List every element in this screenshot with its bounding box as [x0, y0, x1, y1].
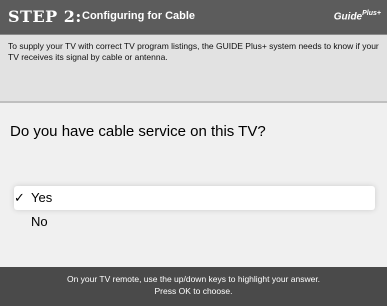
setup-screen: STEP 2: Configuring for Cable GuidePlus+… — [0, 0, 387, 306]
brand-mark: Plus+ — [362, 10, 381, 17]
option-list: ✓ Yes No — [0, 186, 387, 234]
step-label: STEP 2: — [8, 7, 82, 26]
question-text: Do you have cable service on this TV? — [10, 123, 266, 140]
brand-logo: GuidePlus+ — [334, 10, 381, 22]
brand-name: Guide — [333, 11, 363, 23]
title-bar: STEP 2: Configuring for Cable GuidePlus+ — [0, 0, 387, 35]
footer-instruction: On your TV remote, use the up/down keys … — [66, 274, 321, 284]
footer-hint: Press OK to choose. — [154, 286, 233, 296]
instruction-footer: On your TV remote, use the up/down keys … — [0, 267, 387, 306]
question-area: Do you have cable service on this TV? ✓ … — [0, 103, 387, 267]
step-title: Configuring for Cable — [82, 10, 196, 22]
check-icon: ✓ — [14, 190, 25, 205]
option-no[interactable]: No — [0, 210, 387, 234]
info-panel: To supply your TV with correct TV progra… — [0, 35, 387, 101]
option-label-yes: Yes — [31, 190, 53, 205]
option-label-no: No — [31, 214, 48, 229]
option-yes[interactable]: ✓ Yes — [14, 186, 375, 210]
info-text: To supply your TV with correct TV progra… — [8, 41, 379, 62]
